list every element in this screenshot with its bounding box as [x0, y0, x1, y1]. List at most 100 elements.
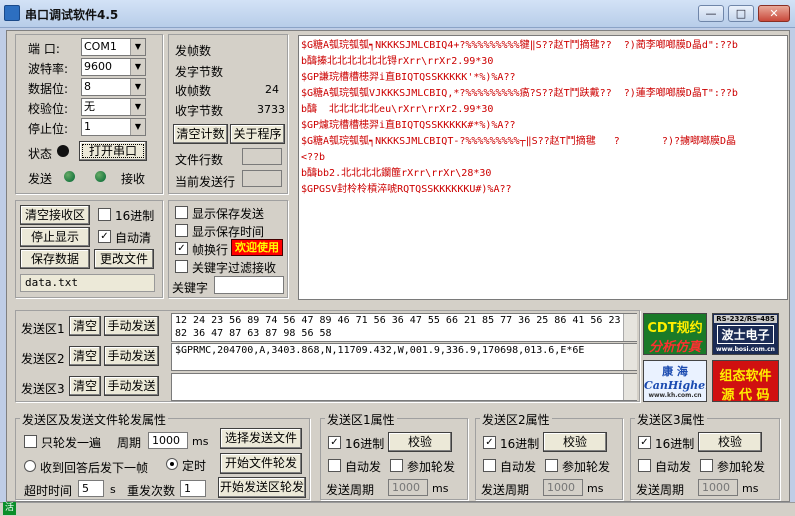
area2-join-checkbox[interactable] — [545, 459, 558, 472]
area2-auto-checkbox[interactable] — [483, 459, 496, 472]
file-lines-label: 文件行数 — [175, 153, 224, 167]
clear-area3-button[interactable]: 清空 — [69, 376, 101, 396]
area2-hex-label: 16进制 — [500, 437, 540, 451]
area1-verify-button[interactable]: 校验 — [388, 432, 452, 452]
show-save-send-label: 显示保存发送 — [192, 207, 265, 221]
send-area1-input[interactable]: 12 24 23 56 89 74 56 47 89 46 71 56 36 4… — [171, 313, 637, 342]
databits-select[interactable]: 8 ▼ — [81, 78, 146, 96]
send-area1-scrollbar[interactable] — [623, 314, 637, 341]
clear-count-button[interactable]: 清空计数 — [173, 124, 228, 144]
manual-send-area3-button[interactable]: 手动发送 — [104, 376, 159, 396]
send-area2-scrollbar[interactable] — [623, 344, 637, 370]
minimize-button[interactable]: — — [698, 5, 724, 22]
send-area3-input[interactable] — [171, 373, 637, 401]
auto-clear-checkbox[interactable]: ✓ — [98, 230, 111, 243]
current-line-field — [242, 170, 282, 187]
cdt-line2: 分析仿真 — [648, 340, 701, 355]
stopbits-select[interactable]: 1 ▼ — [81, 118, 146, 136]
bosi-url: www.bosi.com.cn — [716, 346, 775, 353]
area1-join-checkbox[interactable] — [390, 459, 403, 472]
bosi-logo[interactable]: RS-232/RS-485 波士电子 www.bosi.com.cn — [712, 313, 779, 355]
area3-hex-checkbox[interactable]: ✓ — [638, 436, 651, 449]
title-bar[interactable]: 串口调试软件4.5 — □ ✕ — [0, 0, 795, 28]
bosi-main: 波士电子 — [717, 325, 774, 344]
area1-props-title: 发送区1属性 — [325, 411, 397, 428]
file-lines-field — [242, 148, 282, 165]
area1-join-label: 参加轮发 — [407, 460, 456, 474]
timed-radio[interactable] — [166, 458, 178, 470]
area2-props-title: 发送区2属性 — [480, 411, 552, 428]
welcome-badge: 欢迎使用 — [231, 239, 283, 256]
send-area3-scrollbar[interactable] — [623, 374, 637, 400]
manual-send-area2-button[interactable]: 手动发送 — [104, 346, 159, 366]
parity-value: 无 — [84, 100, 95, 113]
kh-url: www.kh.com.cn — [648, 392, 702, 399]
about-button[interactable]: 关于程序 — [230, 124, 285, 144]
send-once-checkbox[interactable] — [24, 435, 37, 448]
area2-hex-checkbox[interactable]: ✓ — [483, 436, 496, 449]
area1-period-unit: ms — [432, 482, 449, 495]
recv-line: $GP爈琓槽槽槵羿i直BIQTQSSKKKKK#*%)%A?? — [301, 120, 516, 131]
recv-hex-checkbox[interactable] — [98, 208, 111, 221]
app-icon — [4, 5, 20, 21]
baud-select[interactable]: 9600 ▼ — [81, 58, 146, 76]
manual-send-area1-button[interactable]: 手动发送 — [104, 316, 159, 336]
repeat-input[interactable]: 1 — [180, 480, 206, 497]
save-data-button[interactable]: 保存数据 — [20, 249, 90, 269]
close-button[interactable]: ✕ — [758, 5, 790, 22]
period-input[interactable]: 1000 — [148, 432, 188, 449]
canhigher-logo[interactable]: 康 海 CanHigher www.kh.com.cn — [643, 360, 707, 402]
frames-recv-value: 24 — [265, 83, 279, 96]
clear-area1-button[interactable]: 清空 — [69, 316, 101, 336]
show-save-send-checkbox[interactable] — [175, 206, 188, 219]
area3-join-checkbox[interactable] — [700, 459, 713, 472]
recv-line: $G糖A瓠琓瓠瓠┑NKKKSJMLCBIQT-?%%%%%%%%%┬‖S??赵T… — [301, 136, 737, 147]
receive-textarea[interactable]: $G糖A瓠琓瓠瓠┑NKKKSJMLCBIQ4+?%%%%%%%%%犍‖S??赵T… — [298, 35, 788, 300]
start-file-send-button[interactable]: 开始文件轮发 — [220, 453, 302, 474]
source-code-logo[interactable]: 组态软件 源 代 码 — [712, 360, 779, 402]
timeout-input[interactable]: 5 — [78, 480, 104, 497]
show-save-time-checkbox[interactable] — [175, 224, 188, 237]
current-line-label: 当前发送行 — [175, 175, 236, 189]
send-indicator-label: 发送 — [28, 172, 53, 186]
area2-verify-button[interactable]: 校验 — [543, 432, 607, 452]
status-label: 状态 — [28, 147, 53, 161]
parity-select[interactable]: 无 ▼ — [81, 98, 146, 116]
recv-line: b醻 北北北北北eu\rXrr\rrXr2.99*30 — [301, 104, 494, 115]
clear-area2-button[interactable]: 清空 — [69, 346, 101, 366]
recv-line: b醻bb2.北北北北鑭篚rXrr\rrXr\28*30 — [301, 168, 492, 179]
status-led-icon — [57, 145, 69, 157]
area3-period-input[interactable]: 1000 — [698, 479, 738, 496]
clear-recv-button[interactable]: 清空接收区 — [20, 205, 90, 225]
area2-auto-label: 自动发 — [500, 460, 537, 474]
port-select[interactable]: COM1 ▼ — [81, 38, 146, 56]
area2-period-label: 发送周期 — [481, 483, 530, 497]
auto-clear-label: 自动清 — [115, 231, 152, 245]
keyword-filter-checkbox[interactable] — [175, 260, 188, 273]
cdt-logo[interactable]: CDT规约 分析仿真 — [643, 313, 707, 355]
recv-indicator-label: 接收 — [121, 172, 146, 186]
maximize-button[interactable]: □ — [728, 5, 754, 22]
area3-verify-button[interactable]: 校验 — [698, 432, 762, 452]
area3-period-unit: ms — [742, 482, 759, 495]
area2-period-input[interactable]: 1000 — [543, 479, 583, 496]
recv-line: <??b — [301, 152, 326, 163]
area1-period-input[interactable]: 1000 — [388, 479, 428, 496]
area3-auto-checkbox[interactable] — [638, 459, 651, 472]
area1-auto-checkbox[interactable] — [328, 459, 341, 472]
timeout-unit: s — [110, 483, 116, 496]
area1-hex-checkbox[interactable]: ✓ — [328, 436, 341, 449]
send-area2-input[interactable]: $GPRMC,204700,A,3403.868,N,11709.432,W,0… — [171, 343, 637, 371]
area3-join-label: 参加轮发 — [717, 460, 766, 474]
port-value: COM1 — [84, 40, 117, 53]
choose-file-button[interactable]: 选择发送文件 — [220, 428, 302, 449]
frame-newline-checkbox[interactable]: ✓ — [175, 242, 188, 255]
start-area-send-button[interactable]: 开始发送区轮发 — [218, 477, 306, 498]
reply-next-radio[interactable] — [24, 460, 36, 472]
open-port-button[interactable]: 打开串口 — [79, 141, 147, 161]
send-once-label: 只轮发一遍 — [41, 436, 102, 450]
keyword-input[interactable] — [214, 276, 284, 294]
stop-display-button[interactable]: 停止显示 — [20, 227, 90, 247]
change-file-button[interactable]: 更改文件 — [94, 249, 154, 269]
status-bar — [0, 502, 795, 516]
